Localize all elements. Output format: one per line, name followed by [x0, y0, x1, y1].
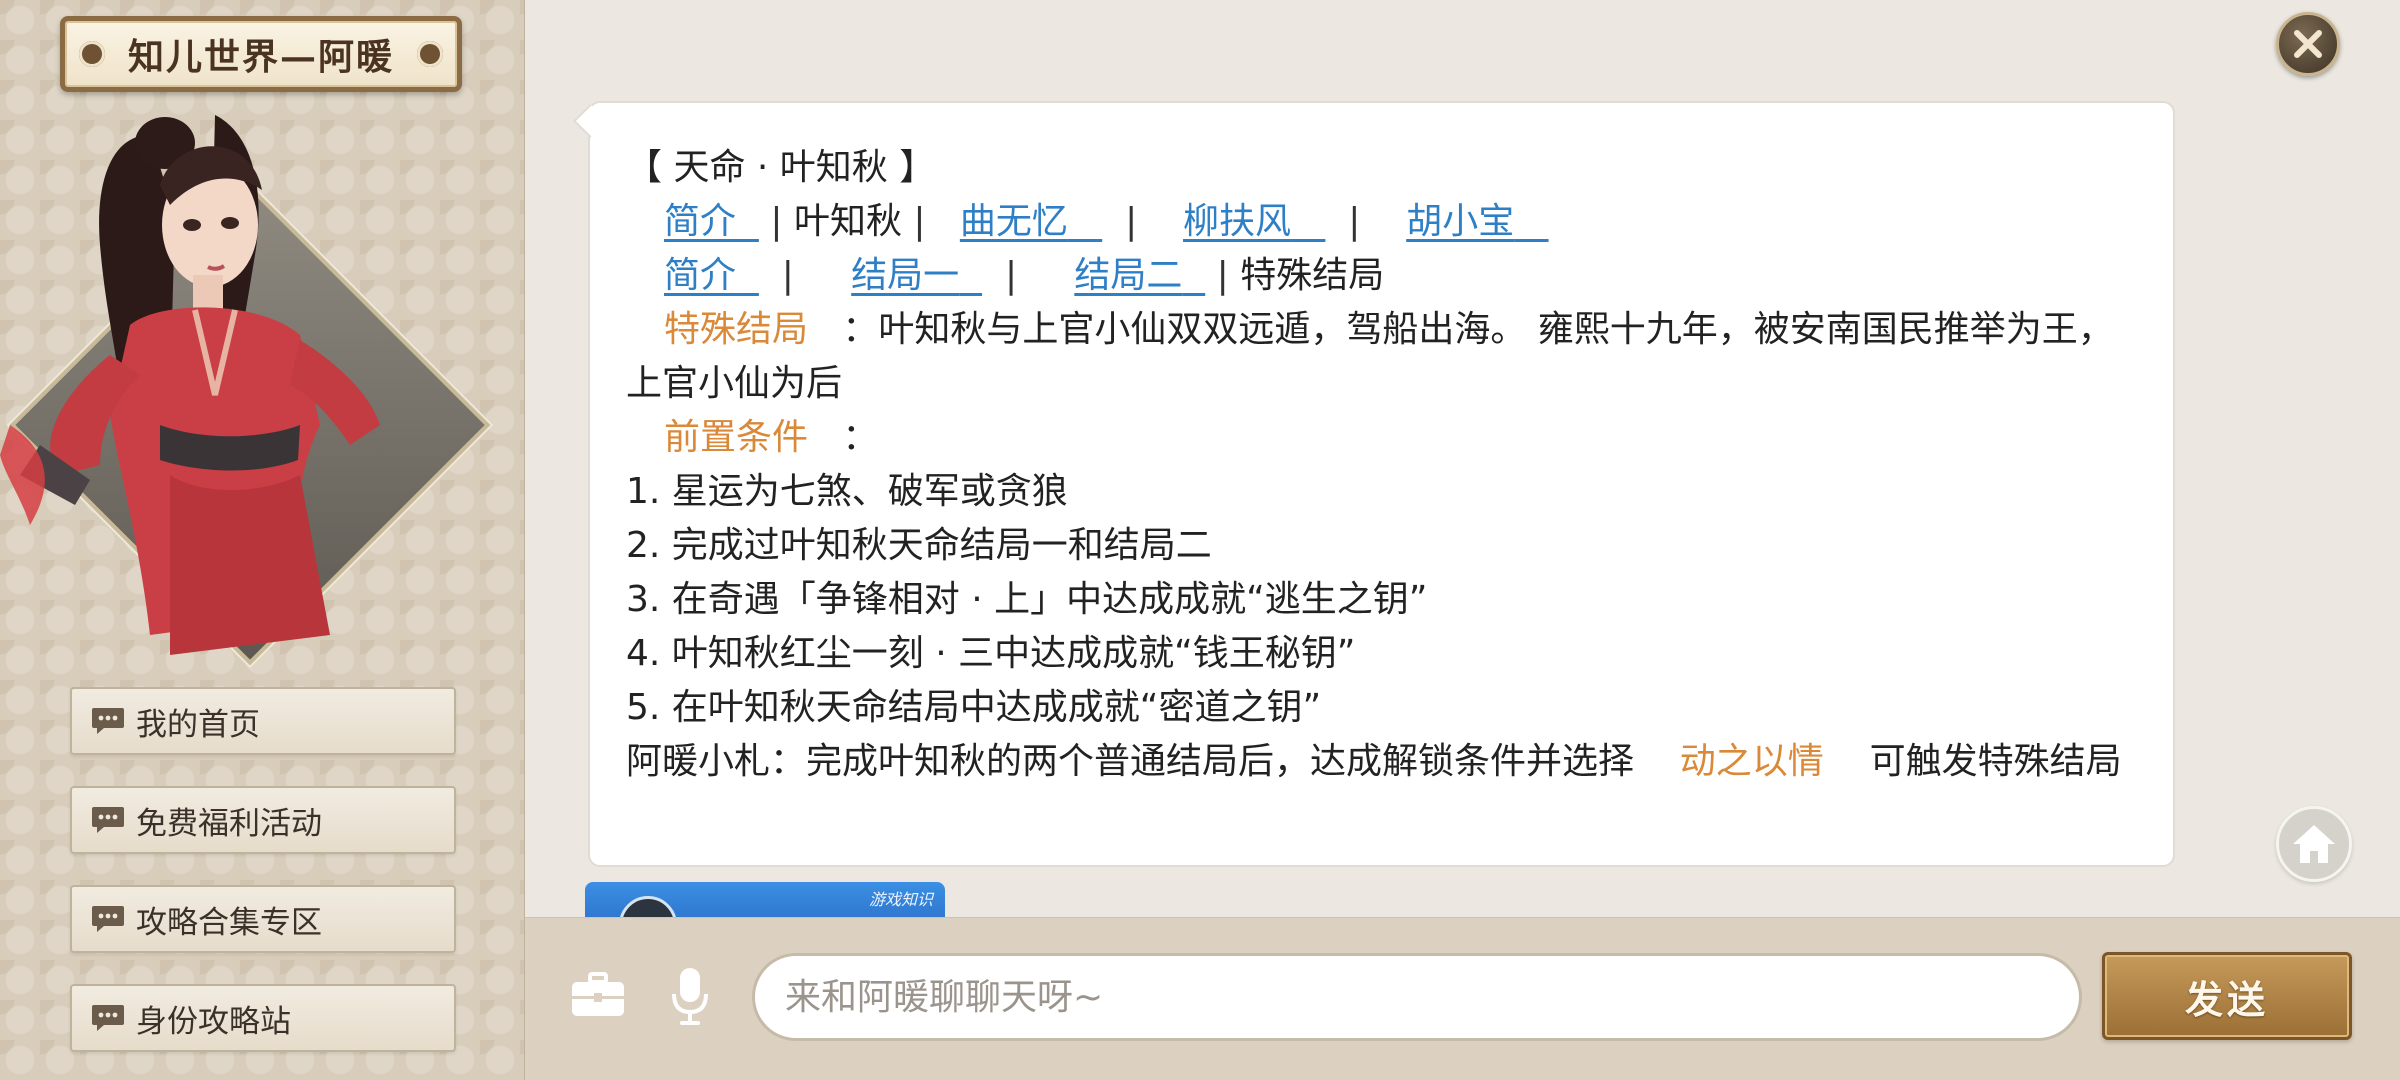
special-ending-paragraph: 特殊结局 ：叶知秋与上官小仙双双远遁，驾船出海。 雍熙十九年，被安南国民推举为王… — [626, 303, 2137, 411]
character-nav: 简介 | 叶知秋 | 曲无忆 | 柳扶风 | 胡小宝 — [664, 201, 1515, 242]
ending-nav: 简介 | 结局一 | 结局二 | 特殊结局 — [664, 255, 1385, 296]
card-avatar — [619, 896, 677, 918]
prerequisites-heading: 前置条件 ： — [626, 411, 2137, 465]
chat-bubble-icon — [92, 807, 124, 833]
condition-item: 5. 在叶知秋天命结局中达成成就“密道之钥” — [626, 687, 1322, 728]
character-portrait — [0, 115, 380, 655]
prerequisites-colon: ： — [842, 417, 879, 458]
condition-item: 2. 完成过叶知秋天命结局一和结局二 — [626, 525, 1212, 566]
home-button[interactable] — [2276, 806, 2352, 882]
current-ending: 特殊结局 — [1240, 255, 1385, 296]
link-qu-wuyi[interactable]: 曲无忆 — [960, 201, 1068, 242]
sidebar-title: 知儿世界—阿暖 — [127, 36, 394, 78]
menu-item-free-benefits[interactable]: 免费福利活动 — [70, 786, 456, 854]
menu-item-identity-guide[interactable]: 身份攻略站 — [70, 984, 456, 1052]
chat-bubble-icon — [92, 1005, 124, 1031]
tip-suffix: 可触发特殊结局 — [1869, 741, 2122, 782]
sidebar: 知儿世界—阿暖 我的首页 免费福利活动 攻略合集专区 身份攻略站 — [0, 0, 525, 1080]
current-character: 叶知秋 — [793, 201, 902, 242]
send-button-label: 发送 — [2184, 976, 2269, 1022]
ornament-icon — [417, 41, 443, 67]
menu-item-guides[interactable]: 攻略合集专区 — [70, 885, 456, 953]
close-button[interactable] — [2276, 12, 2340, 76]
tip-highlight: 动之以情 — [1679, 741, 1824, 782]
menu-item-label: 身份攻略站 — [136, 1003, 291, 1040]
chat-bubble-icon — [92, 708, 124, 734]
link-intro[interactable]: 简介 — [664, 201, 736, 242]
menu-item-label: 免费福利活动 — [136, 805, 322, 842]
send-button[interactable]: 发送 — [2102, 952, 2352, 1040]
next-message-card[interactable]: 游戏知识 — [585, 882, 945, 918]
menu-item-label: 攻略合集专区 — [136, 904, 322, 941]
tip-prefix: 阿暖小札：完成叶知秋的两个普通结局后，达成解锁条件并选择 — [626, 741, 1635, 782]
special-ending-text: ：叶知秋与上官小仙双双远遁，驾船出海。 雍熙十九年，被安南国民推举为王，上官小仙… — [626, 309, 2114, 404]
link-liu-fufeng[interactable]: 柳扶风 — [1183, 201, 1291, 242]
menu-item-my-home[interactable]: 我的首页 — [70, 687, 456, 755]
tip-paragraph: 阿暖小札：完成叶知秋的两个普通结局后，达成解锁条件并选择 动之以情 可触发特殊结… — [626, 735, 2137, 789]
message-bubble: 【 天命 · 叶知秋 】 简介 | 叶知秋 | 曲无忆 | 柳扶风 | 胡小宝 … — [588, 101, 2175, 867]
prerequisites-label: 前置条件 — [664, 417, 809, 458]
chat-input[interactable] — [752, 953, 2082, 1041]
condition-item: 3. 在奇遇「争锋相对 · 上」中达成成就“逃生之钥” — [626, 579, 1428, 620]
message-heading: 【 天命 · 叶知秋 】 — [626, 147, 936, 188]
condition-item: 4. 叶知秋红尘一刻 · 三中达成成就“钱王秘钥” — [626, 633, 1356, 674]
home-icon — [2293, 825, 2335, 863]
link-ending-two[interactable]: 结局二 — [1074, 255, 1182, 296]
condition-item: 1. 星运为七煞、破军或贪狼 — [626, 471, 1068, 512]
menu-item-label: 我的首页 — [136, 706, 260, 743]
card-tag: 游戏知识 — [868, 890, 933, 909]
special-ending-label: 特殊结局 — [664, 309, 809, 350]
ornament-icon — [79, 41, 105, 67]
close-icon — [2294, 30, 2322, 58]
chat-bubble-icon — [92, 906, 124, 932]
link-intro[interactable]: 简介 — [664, 255, 736, 296]
sidebar-title-plaque: 知儿世界—阿暖 — [60, 16, 462, 92]
toolbox-icon[interactable] — [570, 972, 626, 1018]
link-hu-xiaobao[interactable]: 胡小宝 — [1406, 201, 1514, 242]
link-ending-one[interactable]: 结局一 — [851, 255, 959, 296]
microphone-icon[interactable] — [670, 966, 710, 1026]
